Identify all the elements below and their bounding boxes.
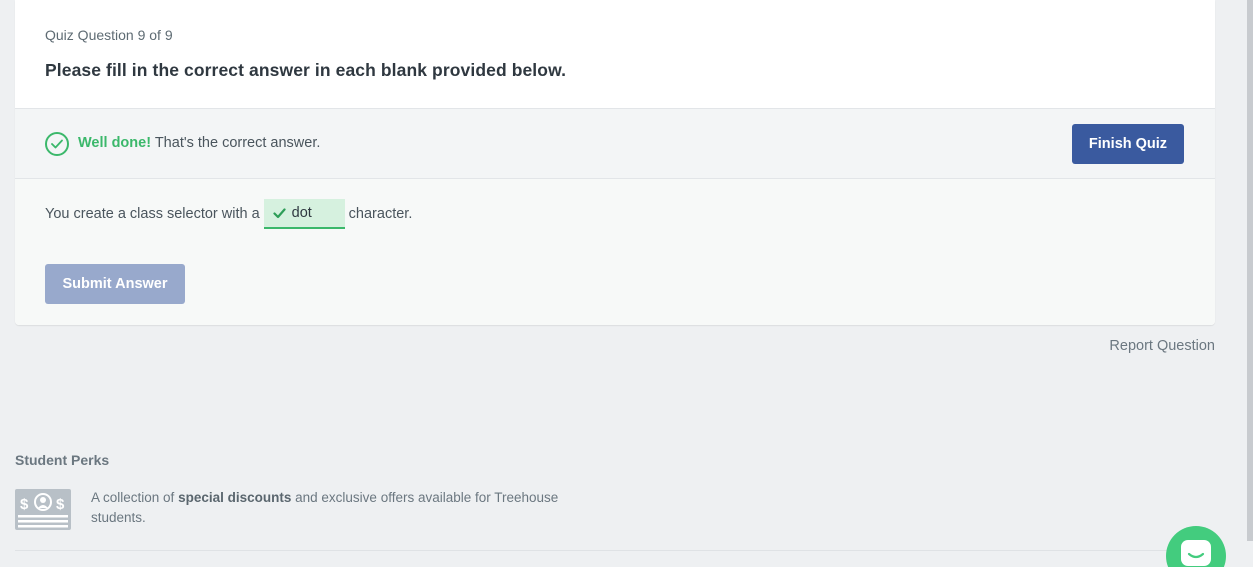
perks-text-before: A collection of: [91, 490, 175, 505]
sentence-before: You create a class selector with a: [45, 206, 260, 222]
answer-blank-input[interactable]: dot: [263, 199, 345, 229]
feedback-strong: Well done!: [78, 135, 152, 151]
sentence-after: character.: [348, 206, 413, 222]
perks-special-discounts[interactable]: special discounts: [178, 490, 291, 505]
chat-icon: [1181, 540, 1211, 566]
discount-card-icon: $ $: [15, 489, 71, 530]
quiz-card: Quiz Question 9 of 9 Please fill in the …: [15, 0, 1215, 325]
footer-divider: [15, 550, 1215, 551]
answer-area: You create a class selector with a dot c…: [15, 179, 1215, 325]
question-header: Quiz Question 9 of 9 Please fill in the …: [15, 0, 1215, 109]
svg-text:$: $: [20, 496, 29, 513]
svg-text:$: $: [56, 496, 65, 513]
submit-answer-button[interactable]: Submit Answer: [45, 264, 185, 304]
answer-blank-value: dot: [291, 205, 312, 221]
chat-button[interactable]: [1166, 526, 1226, 567]
question-counter: Quiz Question 9 of 9: [45, 27, 173, 43]
question-prompt: Please fill in the correct answer in eac…: [45, 60, 567, 80]
checkmark-icon: [273, 207, 286, 218]
report-question-link[interactable]: Report Question: [1109, 338, 1215, 354]
feedback-message: That's the correct answer.: [154, 135, 321, 151]
page-scrollbar[interactable]: [1247, 0, 1253, 541]
fill-in-sentence: You create a class selector with a dot c…: [45, 199, 412, 229]
feedback-message-row: Well done! That's the correct answer.: [78, 135, 320, 151]
feedback-bar: Well done! That's the correct answer. Fi…: [15, 109, 1215, 179]
student-perks-description: A collection of special discounts and ex…: [91, 488, 611, 528]
student-perks-title: Student Perks: [15, 452, 110, 468]
finish-quiz-button[interactable]: Finish Quiz: [1072, 124, 1184, 164]
check-circle-icon: [45, 132, 69, 156]
